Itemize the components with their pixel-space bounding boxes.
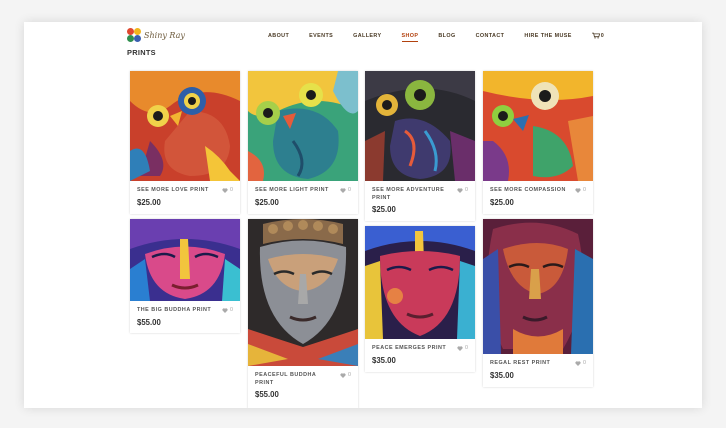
site-logo[interactable]: Shiny Ray — [127, 28, 185, 42]
product-card[interactable]: SEE MORE LOVE PRINT 0 $25.00 — [130, 71, 240, 214]
product-card[interactable]: THE BIG BUDDHA PRINT 0 $55.00 — [130, 219, 240, 333]
nav-shop[interactable]: SHOP — [401, 33, 419, 42]
heart-icon — [340, 372, 346, 378]
heart-icon — [575, 360, 581, 366]
product-name[interactable]: PEACEFUL BUDDHA PRINT — [255, 372, 333, 387]
product-card[interactable]: PEACEFUL BUDDHA PRINT 0 $55.00 — [248, 219, 358, 408]
product-image[interactable] — [483, 219, 593, 354]
product-name[interactable]: SEE MORE LOVE PRINT — [137, 187, 215, 195]
nav-blog[interactable]: BLOG — [438, 33, 455, 39]
like-button[interactable]: 0 — [575, 360, 586, 366]
heart-icon — [575, 187, 581, 193]
heart-icon — [222, 307, 228, 313]
like-button[interactable]: 0 — [222, 307, 233, 313]
cart-link[interactable]: 0 — [591, 32, 604, 39]
like-button[interactable]: 0 — [457, 187, 468, 193]
product-image[interactable] — [248, 219, 358, 366]
like-button[interactable]: 0 — [222, 187, 233, 193]
product-image[interactable] — [130, 219, 240, 301]
nav-about[interactable]: ABOUT — [268, 33, 289, 39]
cart-count: 0 — [600, 32, 604, 39]
product-name[interactable]: REGAL REST PRINT — [490, 360, 568, 368]
nav-events[interactable]: EVENTS — [309, 33, 333, 39]
like-button[interactable]: 0 — [340, 187, 351, 193]
logo-text: Shiny Ray — [144, 30, 185, 40]
product-price: $25.00 — [137, 198, 161, 207]
nav-gallery[interactable]: GALLERY — [353, 33, 381, 39]
nav-contact[interactable]: CONTACT — [476, 33, 505, 39]
product-image[interactable] — [365, 226, 475, 339]
product-card[interactable]: SEE MORE LIGHT PRINT 0 $25.00 — [248, 71, 358, 214]
product-image[interactable] — [248, 71, 358, 181]
product-image[interactable] — [365, 71, 475, 181]
like-button[interactable]: 0 — [575, 187, 586, 193]
nav-hire-the-muse[interactable]: HIRE THE MUSE — [524, 33, 571, 39]
product-name[interactable]: PEACE EMERGES PRINT — [372, 345, 450, 353]
heart-icon — [340, 187, 346, 193]
product-name[interactable]: SEE MORE LIGHT PRINT — [255, 187, 333, 195]
heart-icon — [457, 187, 463, 193]
product-card[interactable]: PEACE EMERGES PRINT 0 $35.00 — [365, 226, 475, 372]
product-price: $25.00 — [372, 205, 396, 214]
product-image[interactable] — [483, 71, 593, 181]
product-name[interactable]: THE BIG BUDDHA PRINT — [137, 307, 215, 315]
product-price: $55.00 — [255, 390, 279, 399]
main-nav: ABOUT EVENTS GALLERY SHOP BLOG CONTACT H… — [268, 32, 604, 42]
like-button[interactable]: 0 — [457, 345, 468, 351]
product-price: $55.00 — [137, 318, 161, 327]
cart-icon — [591, 32, 600, 39]
browser-viewport: Shiny Ray ABOUT EVENTS GALLERY SHOP BLOG… — [24, 22, 702, 408]
product-price: $35.00 — [372, 356, 396, 365]
logo-flower-icon — [127, 28, 141, 42]
product-card[interactable]: REGAL REST PRINT 0 $35.00 — [483, 219, 593, 387]
product-card[interactable]: SEE MORE ADVENTURE PRINT 0 $25.00 — [365, 71, 475, 221]
product-card[interactable]: SEE MORE COMPASSION 0 $25.00 — [483, 71, 593, 214]
product-price: $35.00 — [490, 371, 514, 380]
product-name[interactable]: SEE MORE COMPASSION — [490, 187, 568, 195]
like-button[interactable]: 0 — [340, 372, 351, 378]
page-title: PRINTS — [127, 48, 156, 57]
product-name[interactable]: SEE MORE ADVENTURE PRINT — [372, 187, 450, 202]
product-price: $25.00 — [255, 198, 279, 207]
product-image[interactable] — [130, 71, 240, 181]
heart-icon — [222, 187, 228, 193]
heart-icon — [457, 345, 463, 351]
product-price: $25.00 — [490, 198, 514, 207]
